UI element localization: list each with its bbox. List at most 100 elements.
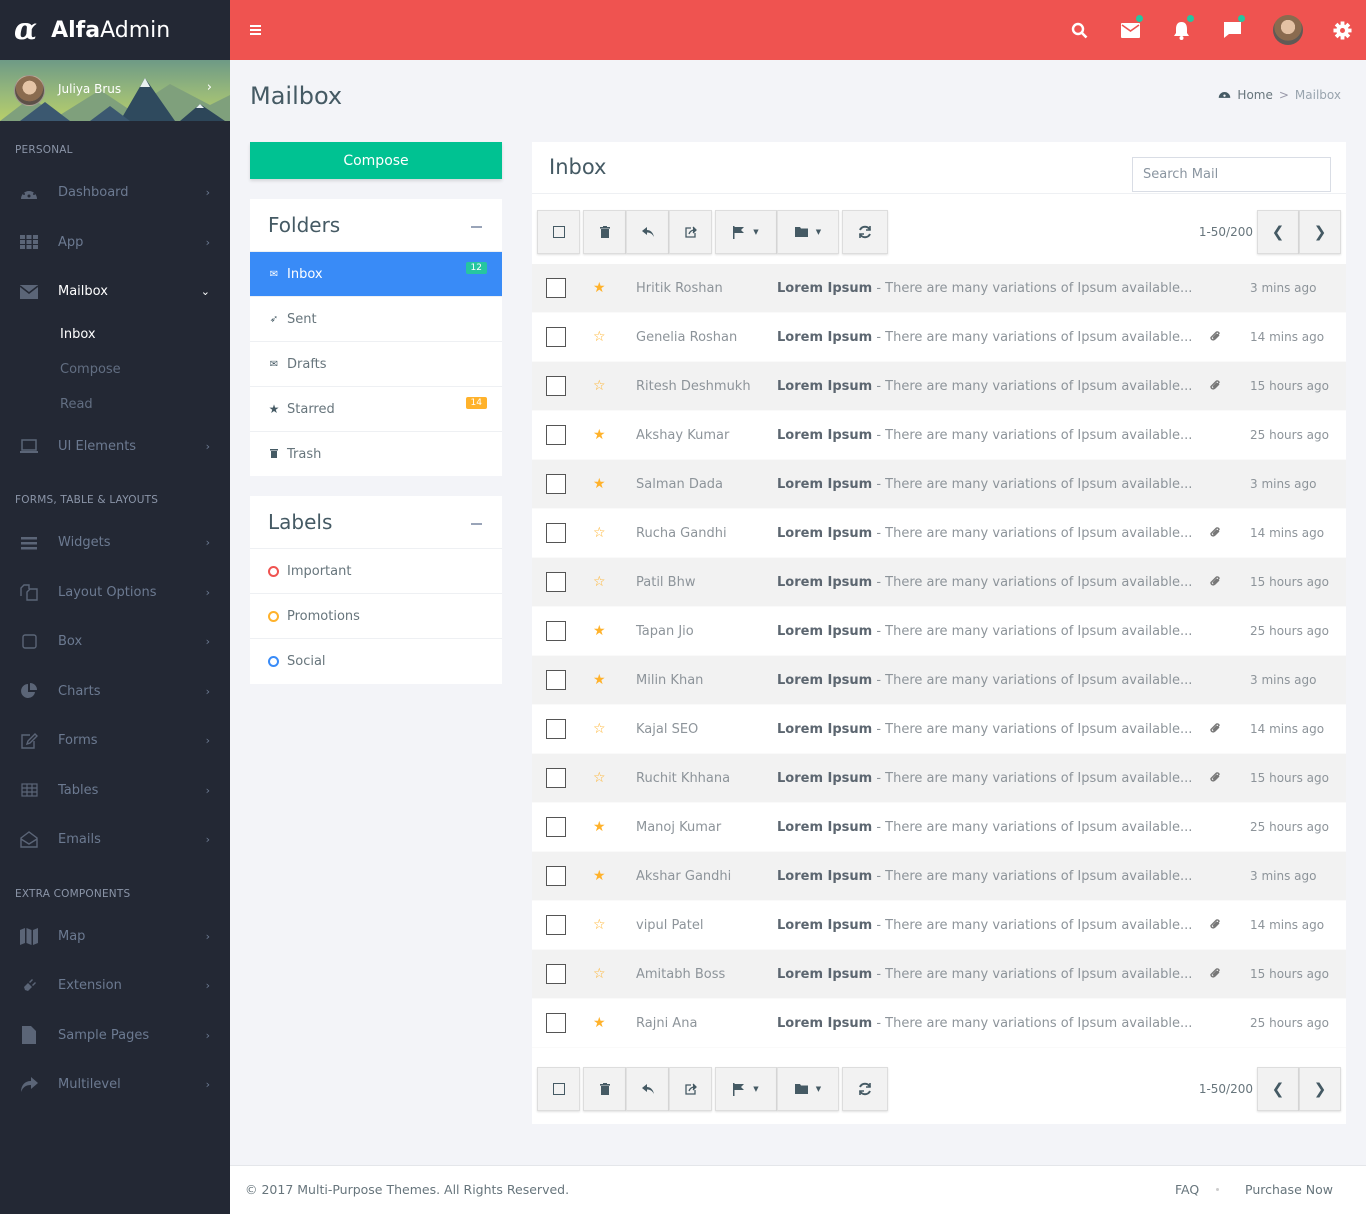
next-page-button[interactable]: ❯ [1299, 210, 1341, 254]
email-row[interactable]: ☆ Ruchit Khhana Lorem Ipsum - There are ma… [532, 754, 1346, 803]
select-all-button[interactable] [537, 1067, 580, 1111]
folder-inbox[interactable]: ✉ Inbox 12 [250, 252, 502, 297]
email-row[interactable]: ★ Akshar Gandhi Lorem Ipsum - There are ma… [532, 852, 1346, 901]
mail-icon[interactable] [1118, 15, 1143, 42]
email-checkbox[interactable] [546, 817, 566, 837]
star-filled-icon[interactable]: ★ [593, 476, 606, 492]
folder-trash[interactable]: Trash [250, 432, 502, 477]
email-checkbox[interactable] [546, 1013, 566, 1033]
collapse-minus-icon[interactable] [471, 226, 482, 228]
star-filled-icon[interactable]: ★ [593, 672, 606, 688]
forward-button[interactable] [669, 210, 712, 254]
delete-button[interactable] [583, 210, 626, 254]
sidebar-subitem-inbox[interactable]: Inbox [0, 317, 230, 352]
sidebar-subitem-read[interactable]: Read [0, 387, 230, 422]
sidebar-item-map[interactable]: Map › [0, 912, 230, 962]
breadcrumb-home[interactable]: Home [1237, 88, 1272, 102]
email-row[interactable]: ☆ Patil Bhw Lorem Ipsum - There are many v… [532, 558, 1346, 607]
email-checkbox[interactable] [546, 621, 566, 641]
reply-button[interactable] [626, 210, 669, 254]
label-promotions[interactable]: Promotions [250, 594, 502, 639]
sidebar-item-box[interactable]: Box › [0, 617, 230, 667]
prev-page-button[interactable]: ❮ [1257, 210, 1299, 254]
email-row[interactable]: ☆ Rucha Gandhi Lorem Ipsum - There are man… [532, 509, 1346, 558]
select-all-button[interactable] [537, 210, 580, 254]
profile-avatar[interactable] [1273, 15, 1303, 45]
email-checkbox[interactable] [546, 768, 566, 788]
email-row[interactable]: ★ Tapan Jio Lorem Ipsum - There are many v… [532, 607, 1346, 656]
star-filled-icon[interactable]: ★ [593, 427, 606, 443]
star-outline-icon[interactable]: ☆ [593, 966, 606, 982]
user-panel[interactable]: Juliya Brus › [0, 60, 230, 121]
faq-link[interactable]: FAQ [1175, 1182, 1199, 1197]
refresh-button[interactable] [842, 1067, 888, 1111]
label-important[interactable]: Important [250, 549, 502, 594]
star-outline-icon[interactable]: ☆ [593, 574, 606, 590]
email-row[interactable]: ★ Akshay Kumar Lorem Ipsum - There are man… [532, 411, 1346, 460]
search-icon[interactable] [1067, 18, 1091, 42]
star-outline-icon[interactable]: ☆ [593, 721, 606, 737]
sidebar-item-app[interactable]: App › [0, 218, 230, 268]
sidebar-item-mailbox[interactable]: Mailbox ⌄ [0, 267, 230, 317]
email-checkbox[interactable] [546, 425, 566, 445]
email-row[interactable]: ★ Rajni Ana Lorem Ipsum - There are many v… [532, 999, 1346, 1048]
folder-starred[interactable]: ★ Starred 14 [250, 387, 502, 432]
email-row[interactable]: ☆ Amitabh Boss Lorem Ipsum - There are man… [532, 950, 1346, 999]
search-mail-input[interactable] [1132, 157, 1331, 192]
bell-icon[interactable] [1169, 15, 1194, 42]
sidebar-item-sample-pages[interactable]: Sample Pages › [0, 1011, 230, 1061]
menu-icon[interactable] [250, 25, 261, 37]
sidebar-item-multilevel[interactable]: Multilevel › [0, 1060, 230, 1110]
refresh-button[interactable] [842, 210, 888, 254]
star-outline-icon[interactable]: ☆ [593, 329, 606, 345]
star-filled-icon[interactable]: ★ [593, 1015, 606, 1031]
email-checkbox[interactable] [546, 474, 566, 494]
sidebar-item-widgets[interactable]: Widgets › [0, 518, 230, 568]
star-outline-icon[interactable]: ☆ [593, 378, 606, 394]
brand-logo[interactable]: α Alfa Admin [0, 0, 230, 60]
collapse-minus-icon[interactable] [471, 523, 482, 525]
email-checkbox[interactable] [546, 523, 566, 543]
sidebar-item-tables[interactable]: Tables › [0, 766, 230, 816]
email-row[interactable]: ☆ Ritesh Deshmukh Lorem Ipsum - There are … [532, 362, 1346, 411]
email-row[interactable]: ★ Manoj Kumar Lorem Ipsum - There are many… [532, 803, 1346, 852]
email-checkbox[interactable] [546, 964, 566, 984]
email-row[interactable]: ☆ Genelia Roshan Lorem Ipsum - There are m… [532, 313, 1346, 362]
label-social[interactable]: Social [250, 639, 502, 684]
star-filled-icon[interactable]: ★ [593, 819, 606, 835]
compose-button[interactable]: Compose [250, 142, 502, 179]
star-outline-icon[interactable]: ☆ [593, 525, 606, 541]
sidebar-item-layout-options[interactable]: Layout Options › [0, 568, 230, 618]
email-checkbox[interactable] [546, 670, 566, 690]
sidebar-item-dashboard[interactable]: Dashboard › [0, 168, 230, 218]
folder-drafts[interactable]: ✉ Drafts [250, 342, 502, 387]
user-avatar[interactable] [14, 75, 45, 106]
star-outline-icon[interactable]: ☆ [593, 917, 606, 933]
forward-button[interactable] [669, 1067, 712, 1111]
sidebar-item-forms[interactable]: Forms › [0, 716, 230, 766]
sidebar-item-ui-elements[interactable]: UI Elements › [0, 422, 230, 472]
email-checkbox[interactable] [546, 915, 566, 935]
email-row[interactable]: ☆ Kajal SEO Lorem Ipsum - There are many v… [532, 705, 1346, 754]
sidebar-item-emails[interactable]: Emails › [0, 815, 230, 865]
star-filled-icon[interactable]: ★ [593, 280, 606, 296]
prev-page-button[interactable]: ❮ [1257, 1067, 1299, 1111]
flag-dropdown-button[interactable]: ▼ [715, 1067, 777, 1111]
email-checkbox[interactable] [546, 376, 566, 396]
chevron-right-icon[interactable]: › [207, 80, 212, 95]
email-checkbox[interactable] [546, 327, 566, 347]
star-filled-icon[interactable]: ★ [593, 623, 606, 639]
gear-icon[interactable] [1330, 18, 1354, 42]
email-row[interactable]: ★ Milin Khan Lorem Ipsum - There are many … [532, 656, 1346, 705]
email-checkbox[interactable] [546, 866, 566, 886]
reply-button[interactable] [626, 1067, 669, 1111]
next-page-button[interactable]: ❯ [1299, 1067, 1341, 1111]
star-filled-icon[interactable]: ★ [593, 868, 606, 884]
email-checkbox[interactable] [546, 572, 566, 592]
sidebar-item-extension[interactable]: Extension › [0, 961, 230, 1011]
email-checkbox[interactable] [546, 278, 566, 298]
folder-sent[interactable]: ➶ Sent [250, 297, 502, 342]
email-checkbox[interactable] [546, 719, 566, 739]
chat-icon[interactable] [1220, 15, 1245, 42]
email-row[interactable]: ★ Hritik Roshan Lorem Ipsum - There are ma… [532, 264, 1346, 313]
